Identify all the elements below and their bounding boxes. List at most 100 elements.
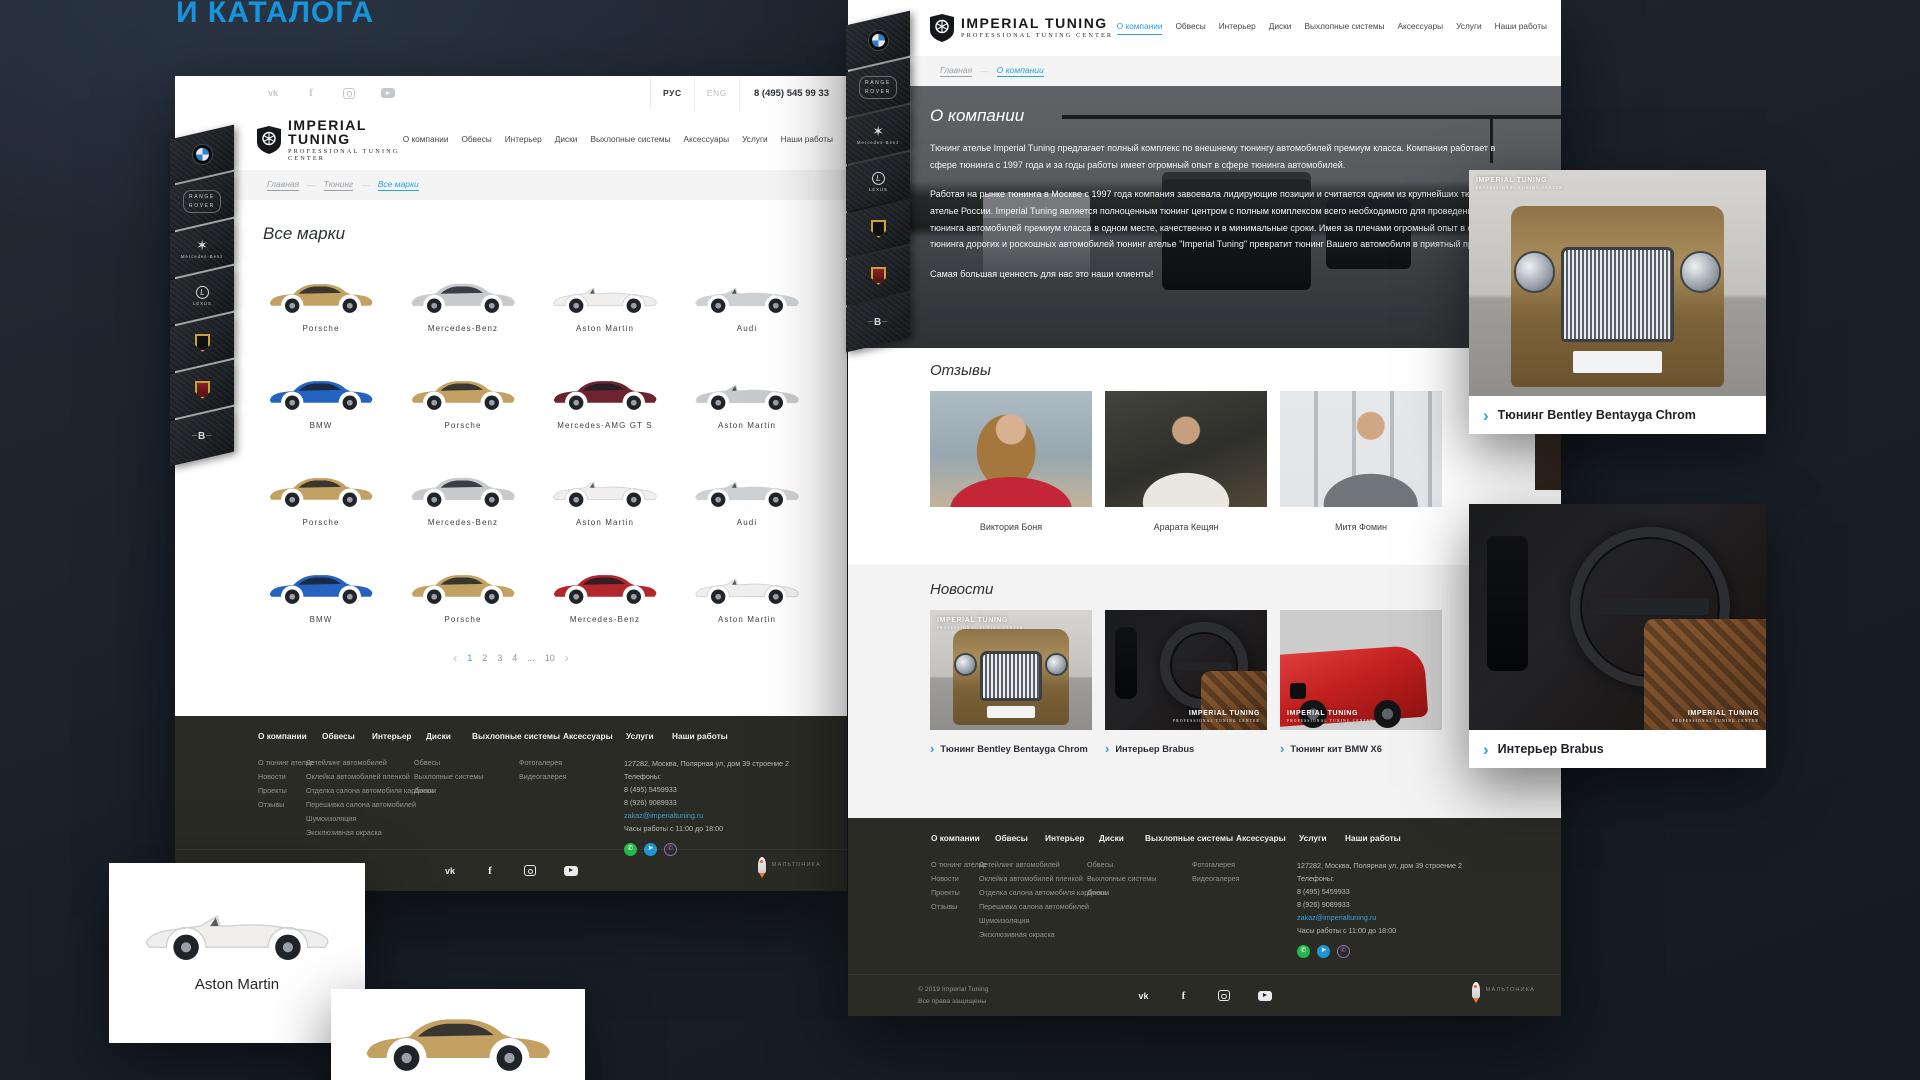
nav-item[interactable]: Выхлопные системы	[1304, 21, 1384, 35]
footer-heading-link[interactable]: О компании	[258, 731, 307, 741]
nav-item[interactable]: Обвесы	[461, 134, 491, 147]
footer-heading-link[interactable]: Услуги	[1299, 833, 1327, 843]
nav-item[interactable]: Выхлопные системы	[590, 134, 670, 147]
car-card[interactable]: Audi	[689, 270, 805, 335]
news-card[interactable]: IMPERIAL TUNINGPROFESSIONAL TUNING CENTE…	[930, 610, 1092, 755]
breadcrumb-link[interactable]: Все марки	[378, 179, 419, 191]
news-card[interactable]: IMPERIAL TUNINGPROFESSIONAL TUNING CENTE…	[1105, 610, 1267, 755]
breadcrumb-link[interactable]: О компании	[997, 65, 1044, 77]
footer-link[interactable]: Перешивка салона автомобилей	[306, 800, 436, 809]
fb-icon[interactable]	[305, 87, 317, 99]
footer-heading-link[interactable]: Интерьер	[1045, 833, 1085, 843]
footer-link[interactable]: Обвесы	[1087, 860, 1156, 869]
breadcrumb-link[interactable]: Главная	[267, 179, 299, 191]
nav-item[interactable]: Аксессуары	[684, 134, 730, 147]
breadcrumb-link[interactable]: Тюнинг	[324, 179, 354, 191]
footer-heading-link[interactable]: Выхлопные системы	[1145, 833, 1233, 843]
pagination-next-icon[interactable]: ›	[565, 652, 569, 664]
footer-heading-link[interactable]: Обвесы	[322, 731, 355, 741]
vk-icon[interactable]	[1138, 990, 1150, 1002]
footer-phone-1[interactable]: 8 (495) 5459933	[1297, 886, 1507, 899]
car-card[interactable]: Porsche	[263, 270, 379, 335]
footer-heading-link[interactable]: Диски	[1099, 833, 1124, 843]
footer-link[interactable]: Фотогалерея	[519, 758, 567, 767]
footer-link[interactable]: Эксклюзивная окраска	[306, 828, 436, 837]
pagination-page[interactable]: 3	[497, 653, 502, 663]
studio-credit[interactable]: МАЛЬТОНИКА	[1472, 982, 1535, 998]
nav-item[interactable]: Аксессуары	[1398, 21, 1444, 35]
review-card[interactable]: Митя Фомин	[1280, 391, 1442, 532]
footer-heading-link[interactable]: Диски	[426, 731, 451, 741]
logo[interactable]: IMPERIAL TUNINGPROFESSIONAL TUNING CENTE…	[257, 118, 403, 162]
footer-link[interactable]: Шумоизоляция	[979, 916, 1109, 925]
floating-card-bentley[interactable]: IMPERIAL TUNINGPROFESSIONAL TUNING CENTE…	[1469, 170, 1766, 434]
car-card[interactable]: BMW	[263, 561, 379, 626]
lang-eng[interactable]: ENG	[694, 76, 739, 110]
footer-heading-link[interactable]: Наши работы	[1345, 833, 1401, 843]
pagination-page[interactable]: 1	[467, 653, 472, 663]
ig-icon[interactable]	[1218, 990, 1230, 1001]
nav-item[interactable]: Наши работы	[781, 134, 833, 147]
footer-heading-link[interactable]: Аксессуары	[563, 731, 613, 741]
car-card[interactable]: Mercedes-Benz	[547, 561, 663, 626]
footer-link[interactable]: Обвесы	[414, 758, 483, 767]
review-card[interactable]: Арарата Кещян	[1105, 391, 1267, 532]
floating-card-aston-martin[interactable]: Aston Martin	[109, 863, 365, 1043]
yt-icon[interactable]	[1258, 991, 1272, 1001]
footer-email[interactable]: zakaz@imperialtuning.ru	[1297, 912, 1507, 925]
vk-icon[interactable]	[267, 87, 279, 99]
header-phone[interactable]: 8 (495) 545 99 33	[739, 76, 829, 110]
car-card[interactable]: Aston Martin	[689, 367, 805, 432]
ig-icon[interactable]	[524, 865, 536, 876]
footer-link[interactable]: Эксклюзивная окраска	[979, 930, 1109, 939]
car-card[interactable]: Aston Martin	[547, 270, 663, 335]
footer-link[interactable]: Видеогалерея	[519, 772, 567, 781]
footer-heading-link[interactable]: О компании	[931, 833, 980, 843]
footer-email[interactable]: zakaz@imperialtuning.ru	[624, 810, 834, 823]
car-card[interactable]: Porsche	[405, 367, 521, 432]
floating-card-brabus[interactable]: IMPERIAL TUNINGPROFESSIONAL TUNING CENTE…	[1469, 504, 1766, 768]
nav-item[interactable]: О компании	[1117, 21, 1163, 35]
nav-item[interactable]: Услуги	[1456, 21, 1482, 35]
car-card[interactable]: Mercedes-AMG GT S	[547, 367, 663, 432]
footer-phone-2[interactable]: 8 (926) 9089933	[1297, 899, 1507, 912]
footer-heading-link[interactable]: Интерьер	[372, 731, 412, 741]
fb-icon[interactable]	[1178, 990, 1190, 1002]
telegram-icon[interactable]: ➤	[1317, 945, 1330, 958]
fb-icon[interactable]	[484, 865, 496, 877]
car-card[interactable]: Mercedes-Benz	[405, 270, 521, 335]
vk-icon[interactable]	[444, 865, 456, 877]
footer-phone-1[interactable]: 8 (495) 5459933	[624, 784, 834, 797]
car-card[interactable]: Aston Martin	[547, 464, 663, 529]
footer-link[interactable]: Шумоизоляция	[306, 814, 436, 823]
review-card[interactable]: Виктория Боня	[930, 391, 1092, 532]
footer-heading-link[interactable]: Наши работы	[672, 731, 728, 741]
car-card[interactable]: BMW	[263, 367, 379, 432]
footer-link[interactable]: Видеогалерея	[1192, 874, 1240, 883]
studio-credit[interactable]: МАЛЬТОНИКА	[758, 857, 821, 873]
footer-heading-link[interactable]: Услуги	[626, 731, 654, 741]
nav-item[interactable]: Диски	[1269, 21, 1292, 35]
news-card[interactable]: IMPERIAL TUNINGPROFESSIONAL TUNING CENTE…	[1280, 610, 1442, 755]
nav-item[interactable]: Услуги	[742, 134, 768, 147]
breadcrumb-link[interactable]: Главная	[940, 65, 972, 77]
footer-phone-2[interactable]: 8 (926) 9089933	[624, 797, 834, 810]
yt-icon[interactable]	[381, 88, 395, 98]
car-card[interactable]: Mercedes-Benz	[405, 464, 521, 529]
footer-heading-link[interactable]: Выхлопные системы	[472, 731, 560, 741]
nav-item[interactable]: Обвесы	[1175, 21, 1205, 35]
footer-link[interactable]: Перешивка салона автомобилей	[979, 902, 1109, 911]
ig-icon[interactable]	[343, 88, 355, 99]
car-card[interactable]: Audi	[689, 464, 805, 529]
yt-icon[interactable]	[564, 866, 578, 876]
nav-item[interactable]: О компании	[403, 134, 449, 147]
nav-item[interactable]: Интерьер	[505, 134, 542, 147]
pagination-page[interactable]: 2	[482, 653, 487, 663]
car-card[interactable]: Aston Martin	[689, 561, 805, 626]
pagination-page[interactable]: 10	[545, 653, 555, 663]
nav-item[interactable]: Наши работы	[1495, 21, 1547, 35]
pagination-prev-icon[interactable]: ‹	[453, 652, 457, 664]
footer-link[interactable]: Фотогалерея	[1192, 860, 1240, 869]
footer-link[interactable]: Выхлопные системы	[1087, 874, 1156, 883]
nav-item[interactable]: Диски	[555, 134, 578, 147]
